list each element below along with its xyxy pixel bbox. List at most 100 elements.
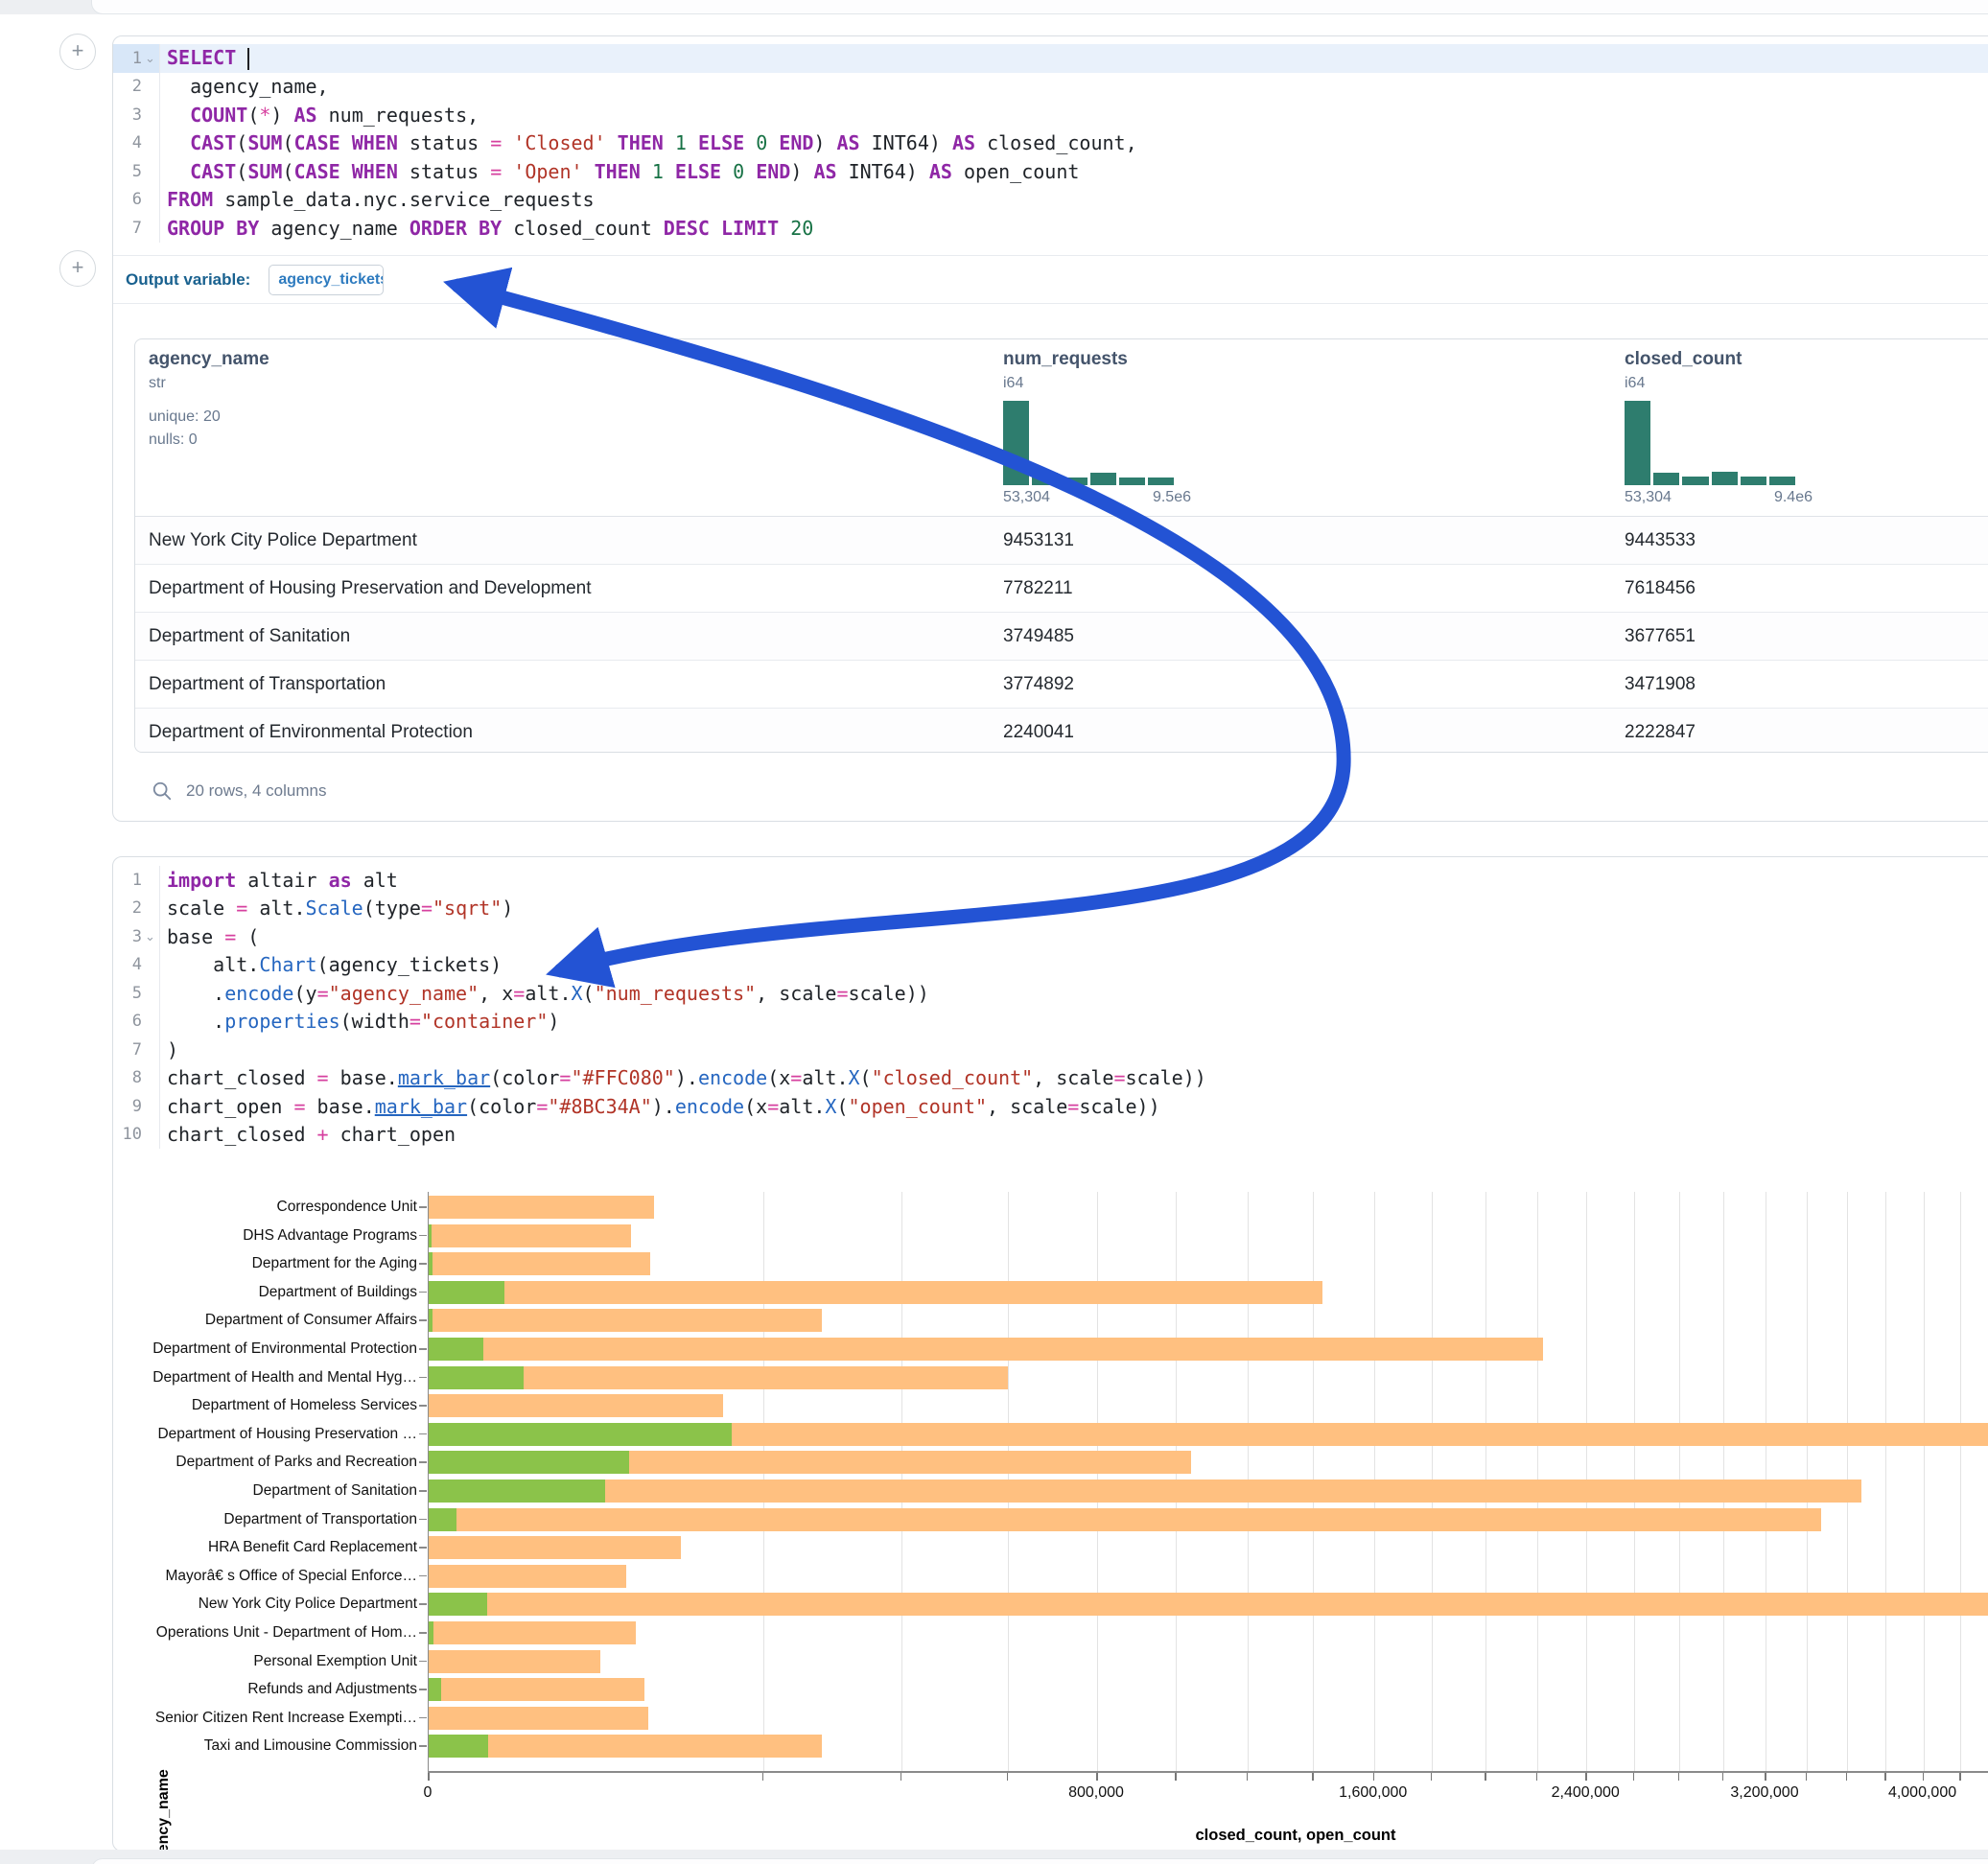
add-cell-button-top[interactable]: + [59, 34, 96, 70]
line-number: 4 [113, 133, 145, 152]
next-cell-edge [91, 1858, 1988, 1864]
bar-open-count [429, 1366, 524, 1389]
output-variable-label: Output variable: [126, 270, 250, 290]
python-line-2: 2scale = alt.Scale(type="sqrt") [113, 895, 1988, 923]
chart-y-tick [419, 1292, 427, 1293]
code-text: .properties(width="container") [160, 1010, 559, 1033]
bar-closed-count [429, 1338, 1543, 1361]
fold-chevron-icon[interactable]: ⌄ [145, 932, 159, 942]
line-gutter: 4 [113, 129, 160, 158]
table-row[interactable]: Department of Environmental Protection22… [135, 709, 1988, 753]
chart-y-tick [419, 1405, 427, 1407]
text-cursor [247, 48, 249, 70]
bar-open-count [429, 1309, 433, 1332]
sql-editor[interactable]: 1⌄SELECT 2 agency_name,3 COUNT(*) AS num… [113, 36, 1988, 243]
chart-tick [1923, 1773, 1925, 1781]
chart-category-label: New York City Police Department [129, 1593, 417, 1616]
line-gutter: 7 [113, 214, 160, 243]
chart-category-label: Department of Consumer Affairs [129, 1309, 417, 1332]
chart-bar-row [429, 1224, 1988, 1247]
line-number: 8 [113, 1068, 145, 1087]
chart-x-axis-title: closed_count, open_count [1195, 1827, 1395, 1845]
chart-tick [1096, 1773, 1098, 1781]
add-cell-button-middle[interactable]: + [59, 250, 96, 287]
histogram-bar [1682, 477, 1708, 485]
line-number: 1 [113, 49, 145, 68]
chart-y-tick [419, 1519, 427, 1521]
bar-closed-count [429, 1394, 723, 1417]
line-gutter: 9 [113, 1092, 160, 1121]
python-line-1: 1import altair as alt [113, 866, 1988, 895]
chart-y-tick [419, 1377, 427, 1379]
histogram-bar [1653, 473, 1679, 485]
chart-bar-row [429, 1281, 1988, 1304]
table-row[interactable]: Department of Transportation377489234719… [135, 661, 1988, 709]
chart-plot-area [428, 1192, 1988, 1771]
column-meta-line: nulls: 0 [149, 429, 269, 452]
table-cell: Department of Housing Preservation and D… [149, 565, 592, 612]
bar-closed-count [429, 1309, 822, 1332]
search-icon[interactable] [152, 781, 173, 802]
sql-line-2: 2 agency_name, [113, 73, 1988, 102]
code-text: scale = alt.Scale(type="sqrt") [160, 897, 513, 920]
chart-bar-row [429, 1508, 1988, 1531]
chart-category-label: Department of Health and Mental Hyg… [129, 1366, 417, 1389]
output-variable-row: Output variable: agency_tickets [113, 255, 1988, 304]
chart-category-label: Department of Homeless Services [129, 1394, 417, 1417]
line-number: 5 [113, 984, 145, 1003]
python-line-5: 5 .encode(y="agency_name", x=alt.X("num_… [113, 979, 1988, 1008]
column-header-agency_name[interactable]: agency_namestrunique: 20nulls: 0 [149, 339, 269, 452]
chart-bar-row [429, 1735, 1988, 1758]
chart-bar-row [429, 1650, 1988, 1673]
column-name: closed_count [1625, 339, 1742, 370]
code-text: import altair as alt [160, 869, 398, 892]
chart-category-label: Senior Citizen Rent Increase Exempti… [129, 1707, 417, 1730]
histogram-bar [1625, 401, 1650, 485]
column-header-num_requests[interactable]: num_requestsi64 [1003, 339, 1128, 392]
chart-bar-row [429, 1678, 1988, 1701]
chart-tick [1312, 1773, 1314, 1781]
table-row[interactable]: Department of Housing Preservation and D… [135, 565, 1988, 613]
chart-category-label: Department of Buildings [129, 1281, 417, 1304]
sql-line-5: 5 CAST(SUM(CASE WHEN status = 'Open' THE… [113, 157, 1988, 186]
table-footer: 20 rows, 4 columns [152, 770, 326, 812]
bar-closed-count [429, 1650, 600, 1673]
sql-line-3: 3 COUNT(*) AS num_requests, [113, 101, 1988, 129]
line-number: 6 [113, 190, 145, 209]
chart-bar-row [429, 1252, 1988, 1275]
python-line-4: 4 alt.Chart(agency_tickets) [113, 951, 1988, 980]
line-number: 3 [113, 105, 145, 125]
fold-chevron-icon[interactable]: ⌄ [145, 54, 159, 63]
table-row[interactable]: New York City Police Department945313194… [135, 517, 1988, 565]
histogram-max-label: 9.5e6 [1153, 489, 1191, 506]
chart-y-tick [419, 1689, 427, 1690]
histogram-bar [1741, 477, 1766, 485]
chart-category-label: HRA Benefit Card Replacement [129, 1536, 417, 1559]
output-variable-pill[interactable]: agency_tickets [269, 265, 384, 295]
chart-y-tick [419, 1661, 427, 1663]
chart-x-tick-label: 0 [424, 1784, 433, 1802]
chart-category-label: Mayorâ€ s Office of Special Enforce… [129, 1565, 417, 1588]
chart-bar-row [429, 1366, 1988, 1389]
table-cell: Department of Transportation [149, 661, 386, 708]
line-gutter: 7 [113, 1036, 160, 1064]
chart-bar-row [429, 1480, 1988, 1503]
chart-tick [1431, 1773, 1433, 1781]
column-header-closed_count[interactable]: closed_counti64 [1625, 339, 1742, 392]
bar-open-count [429, 1593, 487, 1616]
chart-category-label: Department of Transportation [129, 1508, 417, 1531]
chart-category-label: Department for the Aging [129, 1252, 417, 1275]
bar-closed-count [429, 1281, 1322, 1304]
bar-closed-count [429, 1224, 631, 1247]
python-editor[interactable]: 1import altair as alt2scale = alt.Scale(… [113, 857, 1988, 1149]
chart-bar-row [429, 1593, 1988, 1616]
bar-open-count [429, 1224, 432, 1247]
chart-tick [1959, 1773, 1961, 1781]
line-gutter: 1⌄ [113, 44, 160, 73]
line-gutter: 1 [113, 866, 160, 895]
table-row[interactable]: Department of Sanitation37494853677651 [135, 613, 1988, 661]
chart-y-tick [419, 1235, 427, 1237]
column-histogram-range: 53,3049.4e6 [1625, 489, 1813, 506]
chart-category-label: Department of Parks and Recreation [129, 1451, 417, 1474]
table-cell: 9453131 [1003, 517, 1074, 564]
